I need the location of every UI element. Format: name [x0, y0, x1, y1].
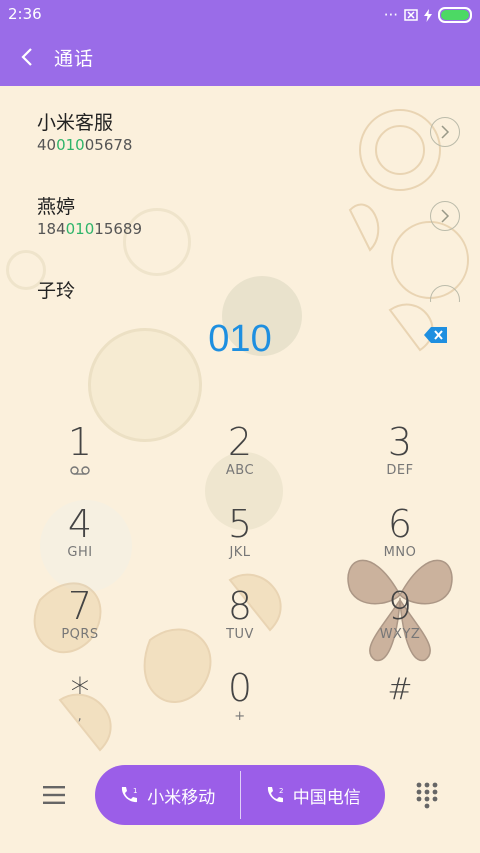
phone-icon: 1: [122, 787, 138, 803]
chevron-right-icon: [441, 125, 450, 139]
status-time: 2:36: [8, 5, 42, 23]
key-1[interactable]: 1: [0, 420, 160, 502]
contact-detail-button[interactable]: [430, 117, 460, 147]
key-digit: 8: [227, 584, 253, 628]
key-letters: PQRS: [61, 627, 99, 642]
key-star[interactable]: * ,: [0, 666, 160, 748]
key-letters: DEF: [386, 463, 414, 478]
key-letters: MNO: [383, 545, 417, 560]
key-7[interactable]: 7 PQRS: [0, 584, 160, 666]
contact-item[interactable]: 子玲: [0, 256, 480, 302]
key-hash[interactable]: #: [320, 666, 480, 748]
app-header: 通话: [0, 28, 480, 86]
key-8[interactable]: 8 TUV: [160, 584, 320, 666]
voicemail-icon: [70, 466, 90, 475]
charging-icon: [424, 8, 432, 22]
contact-name: 小米客服: [37, 112, 114, 134]
key-0[interactable]: 0 +: [160, 666, 320, 748]
key-6[interactable]: 6 MNO: [320, 502, 480, 584]
call-sim2-button[interactable]: 2 中国电信: [241, 765, 386, 825]
key-letters: JKL: [229, 545, 251, 560]
key-letters: +: [234, 709, 246, 724]
key-5[interactable]: 5 JKL: [160, 502, 320, 584]
back-icon[interactable]: [14, 42, 44, 72]
key-letters: ABC: [225, 463, 255, 478]
key-digit: 2: [227, 420, 253, 464]
sim-off-icon: [404, 9, 418, 21]
key-digit: 5: [227, 502, 253, 546]
contact-item[interactable]: 燕婷 18401015689: [0, 172, 480, 257]
entered-number: 010: [208, 318, 272, 360]
dots-icon: ···: [383, 6, 398, 24]
status-bar: 2:36 ···: [0, 0, 480, 28]
key-digit: 6: [387, 502, 413, 546]
key-digit: 9: [387, 584, 413, 628]
call-sim1-button[interactable]: 1 小米移动: [95, 765, 240, 825]
key-digit: 3: [387, 420, 413, 464]
backspace-icon[interactable]: [424, 325, 449, 345]
call-buttons: 1 小米移动 2 中国电信: [95, 765, 385, 825]
key-digit: #: [387, 672, 413, 707]
keypad-toggle-icon[interactable]: [415, 781, 439, 809]
key-letters: GHI: [67, 545, 93, 560]
battery-icon: [438, 7, 472, 23]
contact-name: 子玲: [37, 280, 76, 302]
svg-text:1: 1: [133, 787, 137, 795]
contact-item[interactable]: 小米客服 4001005678: [0, 88, 480, 173]
key-digit: 4: [67, 502, 93, 546]
contact-detail-button[interactable]: [430, 285, 460, 302]
key-letters: TUV: [226, 627, 254, 642]
contact-name: 燕婷: [37, 196, 76, 218]
phone-icon: 2: [267, 787, 283, 803]
key-letters: ,: [77, 709, 83, 724]
svg-text:2: 2: [279, 787, 283, 795]
contact-number: 4001005678: [37, 136, 133, 154]
key-2[interactable]: 2 ABC: [160, 420, 320, 502]
key-digit: 7: [67, 584, 93, 628]
key-letters: WXYZ: [379, 627, 421, 642]
contact-detail-button[interactable]: [430, 201, 460, 231]
contact-number: 18401015689: [37, 220, 142, 238]
sim2-label: 中国电信: [292, 787, 361, 808]
chevron-right-icon: [441, 209, 450, 223]
key-digit: 1: [67, 420, 93, 464]
key-4[interactable]: 4 GHI: [0, 502, 160, 584]
page-title: 通话: [54, 48, 95, 70]
key-9[interactable]: 9 WXYZ: [320, 584, 480, 666]
key-3[interactable]: 3 DEF: [320, 420, 480, 502]
key-digit: 0: [227, 666, 253, 710]
sim1-label: 小米移动: [147, 787, 216, 808]
key-digit: *: [70, 670, 90, 714]
menu-icon[interactable]: [40, 783, 68, 807]
